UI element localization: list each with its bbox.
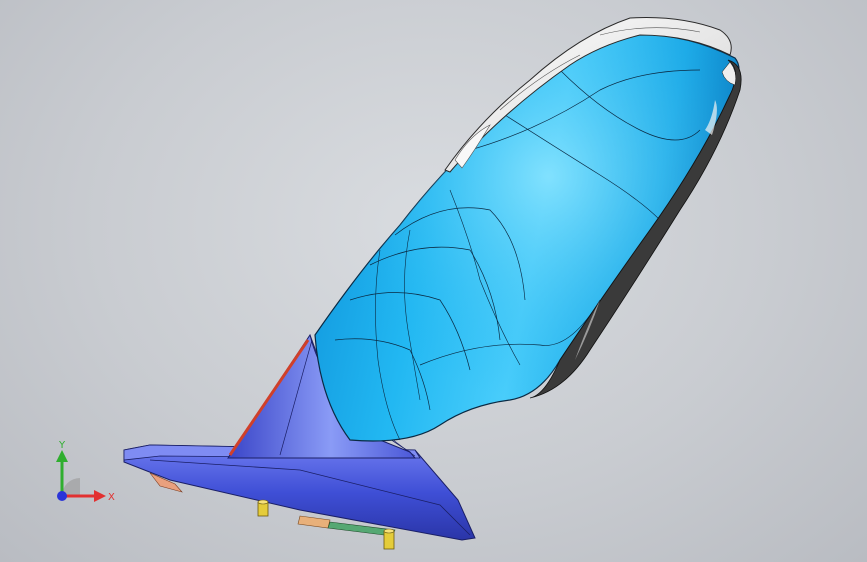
mirror-base-plate[interactable]	[123, 444, 476, 541]
x-axis-label: X	[108, 492, 115, 503]
z-axis-dot-icon	[57, 491, 67, 501]
mirror-housing-model[interactable]	[0, 0, 867, 562]
coordinate-triad: Y X	[56, 440, 115, 503]
mounting-pin-left	[257, 499, 269, 517]
mounting-pin-right	[383, 528, 395, 550]
graphics-viewport[interactable]: Y X	[0, 0, 867, 562]
y-axis-label: Y	[58, 440, 66, 451]
